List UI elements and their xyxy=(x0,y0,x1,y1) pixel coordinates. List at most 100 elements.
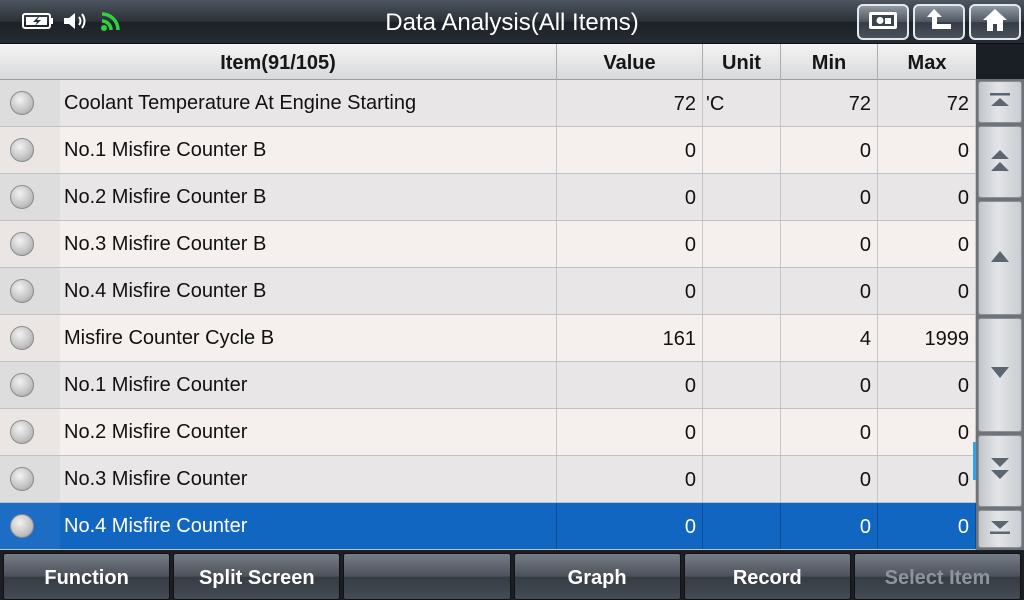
value-cell: 161 xyxy=(557,315,703,361)
unit-cell: 'C xyxy=(703,80,781,126)
max-cell: 0 xyxy=(878,174,976,220)
radio-icon xyxy=(10,279,34,303)
select-item-button[interactable]: Select Item xyxy=(853,553,1022,600)
item-name: No.4 Misfire Counter B xyxy=(64,280,267,302)
row-select-radio[interactable] xyxy=(0,362,60,408)
table-body: Coolant Temperature At Engine Starting 7… xyxy=(0,80,976,550)
column-header-max[interactable]: Max xyxy=(878,44,976,80)
item-name: No.3 Misfire Counter xyxy=(64,468,248,490)
item-name: No.2 Misfire Counter xyxy=(64,421,248,443)
max-cell: 0 xyxy=(878,409,976,455)
table-row[interactable]: Misfire Counter Cycle B 161 4 1999 xyxy=(0,315,976,362)
unit-cell xyxy=(703,268,781,314)
item-name: No.1 Misfire Counter B xyxy=(64,139,267,161)
min-cell: 0 xyxy=(781,268,878,314)
column-header-item[interactable]: Item(91/105) xyxy=(0,44,557,80)
blank-button[interactable] xyxy=(343,553,511,600)
table-row[interactable]: Coolant Temperature At Engine Starting 7… xyxy=(0,80,976,127)
column-header-unit[interactable]: Unit xyxy=(703,44,781,80)
column-header-value[interactable]: Value xyxy=(557,44,703,80)
item-cell: No.1 Misfire Counter xyxy=(0,362,557,408)
scroll-top-button[interactable] xyxy=(978,81,1022,123)
value-cell: 0 xyxy=(557,174,703,220)
table-row[interactable]: No.3 Misfire Counter 0 0 0 xyxy=(0,456,976,503)
item-cell: No.2 Misfire Counter xyxy=(0,409,557,455)
home-icon xyxy=(981,7,1009,38)
column-header-min[interactable]: Min xyxy=(781,44,878,80)
table-row[interactable]: No.2 Misfire Counter B 0 0 0 xyxy=(0,174,976,221)
row-select-radio[interactable] xyxy=(0,127,60,173)
radio-icon xyxy=(10,138,34,162)
scroll-bottom-icon xyxy=(988,519,1012,540)
max-cell: 1999 xyxy=(878,315,976,361)
home-button[interactable] xyxy=(969,4,1021,40)
row-select-radio[interactable] xyxy=(0,456,60,502)
item-cell: No.3 Misfire Counter xyxy=(0,456,557,502)
scroll-controls xyxy=(976,79,1024,550)
line-down-button[interactable] xyxy=(978,318,1022,432)
line-up-button[interactable] xyxy=(978,201,1022,315)
table-row-selected[interactable]: No.4 Misfire Counter 0 0 0 xyxy=(0,503,976,550)
unit-cell xyxy=(703,127,781,173)
row-select-radio[interactable] xyxy=(0,315,60,361)
radio-icon xyxy=(10,232,34,256)
page-down-button[interactable] xyxy=(978,435,1022,507)
table-row[interactable]: No.3 Misfire Counter B 0 0 0 xyxy=(0,221,976,268)
min-cell: 72 xyxy=(781,80,878,126)
table-row[interactable]: No.4 Misfire Counter B 0 0 0 xyxy=(0,268,976,315)
table-row[interactable]: No.1 Misfire Counter B 0 0 0 xyxy=(0,127,976,174)
table-row[interactable]: No.2 Misfire Counter 0 0 0 xyxy=(0,409,976,456)
scroll-bottom-button[interactable] xyxy=(978,510,1022,548)
unit-cell xyxy=(703,174,781,220)
unit-cell xyxy=(703,362,781,408)
back-button[interactable] xyxy=(913,4,965,40)
row-select-radio[interactable] xyxy=(0,409,60,455)
item-cell: Misfire Counter Cycle B xyxy=(0,315,557,361)
max-cell: 72 xyxy=(878,80,976,126)
radio-icon xyxy=(10,514,34,538)
value-cell: 0 xyxy=(557,503,703,549)
max-cell: 0 xyxy=(878,127,976,173)
max-cell: 0 xyxy=(878,456,976,502)
value-cell: 0 xyxy=(557,127,703,173)
value-cell: 0 xyxy=(557,409,703,455)
item-name: No.2 Misfire Counter B xyxy=(64,186,267,208)
min-cell: 0 xyxy=(781,174,878,220)
title-bar: Data Analysis(All Items) xyxy=(0,0,1024,44)
table-row[interactable]: No.1 Misfire Counter 0 0 0 xyxy=(0,362,976,409)
unit-cell xyxy=(703,456,781,502)
row-select-radio[interactable] xyxy=(0,503,60,549)
value-cell: 0 xyxy=(557,456,703,502)
radio-icon xyxy=(10,91,34,115)
line-up-icon xyxy=(988,248,1012,269)
item-cell: No.2 Misfire Counter B xyxy=(0,174,557,220)
min-cell: 0 xyxy=(781,503,878,549)
min-cell: 4 xyxy=(781,315,878,361)
row-select-radio[interactable] xyxy=(0,174,60,220)
value-cell: 0 xyxy=(557,221,703,267)
radio-icon xyxy=(10,185,34,209)
screenshot-button[interactable] xyxy=(857,4,909,40)
row-select-radio[interactable] xyxy=(0,80,60,126)
unit-cell xyxy=(703,221,781,267)
scroll-top-icon xyxy=(988,92,1012,113)
max-cell: 0 xyxy=(878,362,976,408)
min-cell: 0 xyxy=(781,456,878,502)
graph-button[interactable]: Graph xyxy=(513,553,681,600)
row-select-radio[interactable] xyxy=(0,221,60,267)
row-select-radio[interactable] xyxy=(0,268,60,314)
split-screen-button[interactable]: Split Screen xyxy=(173,553,341,600)
function-button[interactable]: Function xyxy=(3,553,171,600)
min-cell: 0 xyxy=(781,362,878,408)
unit-cell xyxy=(703,503,781,549)
line-down-icon xyxy=(988,365,1012,386)
radio-icon xyxy=(10,420,34,444)
record-button[interactable]: Record xyxy=(683,553,851,600)
max-cell: 0 xyxy=(878,268,976,314)
item-cell: No.4 Misfire Counter xyxy=(0,503,557,549)
item-name: No.4 Misfire Counter xyxy=(64,515,248,537)
item-cell: Coolant Temperature At Engine Starting xyxy=(0,80,557,126)
value-cell: 0 xyxy=(557,268,703,314)
page-up-button[interactable] xyxy=(978,126,1022,198)
screenshot-icon xyxy=(868,9,898,36)
